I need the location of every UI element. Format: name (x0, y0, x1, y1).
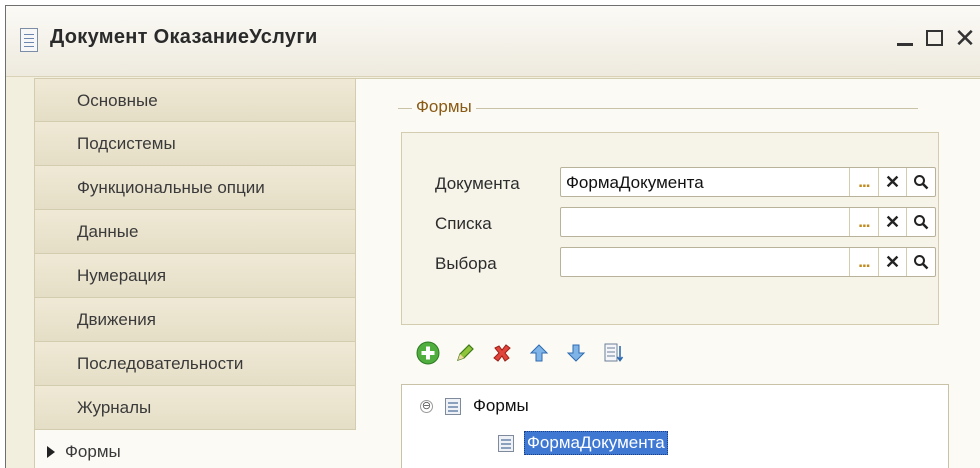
tree-node-label: Формы (473, 396, 529, 415)
field-label: Выбора (435, 254, 497, 273)
delete-icon[interactable] (488, 340, 515, 367)
clear-icon[interactable]: ✕ (877, 168, 907, 196)
sidebar-item-formy[interactable]: Формы (34, 430, 357, 468)
search-icon[interactable] (906, 208, 935, 236)
sidebar-item-dvizheniya[interactable]: Движения (34, 298, 356, 342)
sidebar: Основные Подсистемы Функциональные опции… (34, 78, 357, 468)
sidebar-item-label: Подсистемы (77, 134, 176, 153)
sidebar-item-numeratsiya[interactable]: Нумерация (34, 254, 356, 298)
sidebar-item-label: Основные (77, 91, 158, 110)
sidebar-item-posledovatelnosti[interactable]: Последовательности (34, 342, 356, 386)
search-icon[interactable] (906, 248, 935, 276)
sidebar-item-funktsionalnye-optsii[interactable]: Функциональные опции (34, 166, 356, 210)
field-label: Списка (435, 214, 492, 233)
sidebar-item-podsistemy[interactable]: Подсистемы (34, 122, 356, 166)
sidebar-item-label: Данные (77, 222, 139, 241)
sidebar-item-label: Формы (65, 442, 121, 461)
forms-tree: ⊖ Формы ФормаДокумента (401, 384, 949, 468)
move-down-icon[interactable] (562, 340, 589, 367)
forms-group-box: Документа ФормаДокумента ... ✕ Списка ..… (401, 132, 939, 325)
field-row-vybora: Выбора ... ✕ (402, 247, 938, 281)
main-panel: Формы Документа ФормаДокумента ... ✕ Спи… (356, 78, 980, 468)
collapse-icon[interactable]: ⊖ (420, 399, 433, 413)
sidebar-item-label: Последовательности (77, 354, 244, 373)
clear-icon[interactable]: ✕ (877, 208, 907, 236)
sidebar-item-dannye[interactable]: Данные (34, 210, 356, 254)
minimize-button[interactable] (892, 24, 918, 52)
close-button[interactable]: ✕ (952, 23, 978, 53)
sidebar-item-label: Функциональные опции (77, 178, 265, 197)
edit-icon[interactable] (451, 340, 478, 367)
sort-list-icon[interactable] (599, 340, 626, 367)
choose-button[interactable]: ... (849, 248, 878, 276)
sidebar-item-label: Движения (77, 310, 156, 329)
field-row-dokumenta: Документа ФормаДокумента ... ✕ (402, 167, 938, 201)
field-label: Документа (435, 174, 520, 193)
sidebar-item-label: Нумерация (77, 266, 167, 285)
title-bar[interactable]: Документ ОказаниеУслуги ✕ (6, 6, 980, 77)
group-divider (398, 108, 918, 109)
window-title: Документ ОказаниеУслуги (50, 26, 318, 48)
choose-button[interactable]: ... (849, 208, 878, 236)
sidebar-item-osnovnye[interactable]: Основные (34, 78, 356, 122)
tree-node-root[interactable]: ⊖ Формы (420, 393, 531, 419)
forms-folder-icon (445, 397, 461, 415)
move-up-icon[interactable] (525, 340, 552, 367)
document-form-input[interactable]: ФормаДокумента ... ✕ (560, 167, 936, 197)
sidebar-item-zhurnaly[interactable]: Журналы (34, 386, 356, 430)
document-window: Документ ОказаниеУслуги ✕ Основные Подси… (5, 5, 980, 468)
choice-form-input[interactable]: ... ✕ (560, 247, 936, 277)
list-form-input[interactable]: ... ✕ (560, 207, 936, 237)
maximize-button[interactable] (921, 24, 947, 52)
search-icon[interactable] (906, 168, 935, 196)
choose-button[interactable]: ... (849, 168, 878, 196)
form-icon (498, 434, 514, 452)
clear-icon[interactable]: ✕ (877, 248, 907, 276)
group-title: Формы (412, 97, 476, 117)
field-value: ФормаДокумента (566, 173, 704, 192)
add-icon[interactable] (414, 340, 441, 367)
document-icon (20, 28, 38, 52)
field-row-spiska: Списка ... ✕ (402, 207, 938, 241)
tree-node-label: ФормаДокумента (524, 431, 668, 455)
tree-node-form[interactable]: ФормаДокумента (498, 430, 668, 456)
tree-toolbar (414, 337, 626, 369)
sidebar-item-label: Журналы (77, 398, 152, 417)
current-item-arrow-icon (47, 446, 55, 458)
